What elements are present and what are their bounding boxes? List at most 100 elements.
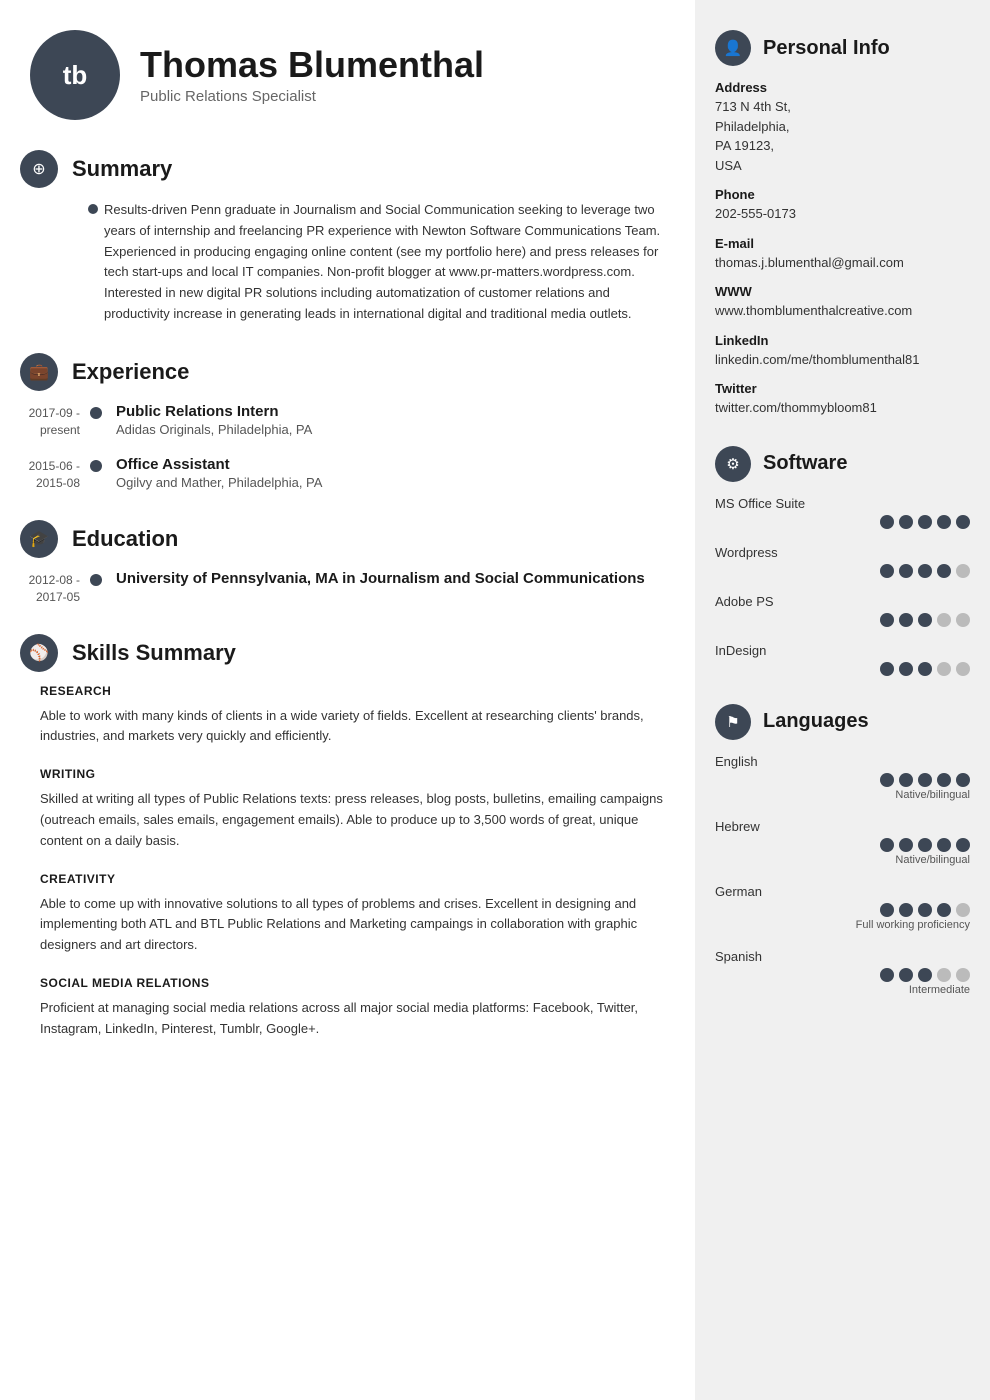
software-name-0: MS Office Suite [715, 496, 970, 511]
summary-icon: ⊕ [20, 150, 58, 188]
dot [899, 515, 913, 529]
software-section: ⚙ Software MS Office Suite Wordpress [715, 446, 970, 676]
lang-item-1: Hebrew Native/bilingual [715, 819, 970, 866]
twitter-label: Twitter [715, 381, 970, 396]
education-items: 2012-08 -2017-05 University of Pennsylva… [20, 570, 665, 606]
personal-info-title: Personal Info [763, 37, 890, 60]
lang-item-3: Spanish Intermediate [715, 949, 970, 996]
experience-title: Experience [72, 359, 189, 385]
experience-icon: 💼 [20, 353, 58, 391]
dot [918, 564, 932, 578]
edu-title-0: University of Pennsylvania, MA in Journa… [116, 570, 645, 587]
dot [899, 613, 913, 627]
dot [937, 968, 951, 982]
lang-name-2: German [715, 884, 970, 899]
resume-header: tb Thomas Blumenthal Public Relations Sp… [20, 30, 665, 120]
dot [937, 564, 951, 578]
lang-level-0: Native/bilingual [715, 789, 970, 801]
dot [956, 968, 970, 982]
dot [918, 515, 932, 529]
languages-title: Languages [763, 710, 869, 733]
info-email: E-mail thomas.j.blumenthal@gmail.com [715, 236, 970, 273]
skills-categories: RESEARCH Able to work with many kinds of… [20, 684, 665, 1040]
software-dots-1 [715, 564, 970, 578]
dot [918, 838, 932, 852]
lang-dots-3 [715, 968, 970, 982]
personal-info-icon: 👤 [715, 30, 751, 66]
languages-icon: ⚑ [715, 704, 751, 740]
dot [918, 968, 932, 982]
lang-name-3: Spanish [715, 949, 970, 964]
linkedin-value: linkedin.com/me/thomblumenthal81 [715, 350, 970, 370]
software-icon: ⚙ [715, 446, 751, 482]
education-title: Education [72, 526, 178, 552]
software-item-0: MS Office Suite [715, 496, 970, 529]
exp-dot-1 [90, 460, 102, 472]
skill-cat-3: SOCIAL MEDIA RELATIONS Proficient at man… [30, 976, 665, 1040]
candidate-subtitle: Public Relations Specialist [140, 88, 484, 105]
lang-level-2: Full working proficiency [715, 919, 970, 931]
dot [880, 564, 894, 578]
experience-item-0: 2017-09 -present Public Relations Intern… [20, 403, 665, 439]
twitter-value: twitter.com/thommybloom81 [715, 398, 970, 418]
dot [899, 903, 913, 917]
education-item-0: 2012-08 -2017-05 University of Pennsylva… [20, 570, 665, 606]
dot [880, 773, 894, 787]
skills-title: Skills Summary [72, 640, 236, 666]
exp-date-0: 2017-09 -present [20, 405, 90, 439]
education-icon: 🎓 [20, 520, 58, 558]
lang-level-3: Intermediate [715, 984, 970, 996]
dot [899, 564, 913, 578]
software-name-3: InDesign [715, 643, 970, 658]
dot [899, 968, 913, 982]
software-title: Software [763, 452, 847, 475]
dot [937, 515, 951, 529]
software-dots-3 [715, 662, 970, 676]
languages-section: ⚑ Languages English Native/bilingual Heb… [715, 704, 970, 996]
dot [880, 613, 894, 627]
skill-cat-name-0: RESEARCH [40, 684, 665, 698]
info-twitter: Twitter twitter.com/thommybloom81 [715, 381, 970, 418]
dot [899, 838, 913, 852]
summary-bullet [88, 204, 98, 214]
www-value: www.thomblumenthalcreative.com [715, 301, 970, 321]
experience-items: 2017-09 -present Public Relations Intern… [20, 403, 665, 492]
lang-dots-0 [715, 773, 970, 787]
software-item-3: InDesign [715, 643, 970, 676]
info-linkedin: LinkedIn linkedin.com/me/thomblumenthal8… [715, 333, 970, 370]
phone-value: 202-555-0173 [715, 204, 970, 224]
dot [918, 662, 932, 676]
dot [956, 662, 970, 676]
skill-cat-2: CREATIVITY Able to come up with innovati… [30, 872, 665, 956]
dot [880, 968, 894, 982]
exp-dot-0 [90, 407, 102, 419]
software-name-1: Wordpress [715, 545, 970, 560]
summary-text: Results-driven Penn graduate in Journali… [104, 202, 660, 321]
dot [937, 613, 951, 627]
dot [880, 662, 894, 676]
phone-label: Phone [715, 187, 970, 202]
skill-cat-name-3: SOCIAL MEDIA RELATIONS [40, 976, 665, 990]
experience-section: 💼 Experience 2017-09 -present Public Rel… [20, 353, 665, 492]
skill-cat-0: RESEARCH Able to work with many kinds of… [30, 684, 665, 748]
address-value: 713 N 4th St,Philadelphia,PA 19123,USA [715, 97, 970, 175]
right-column: 👤 Personal Info Address 713 N 4th St,Phi… [695, 0, 990, 1400]
dot [956, 903, 970, 917]
lang-dots-2 [715, 903, 970, 917]
dot [937, 903, 951, 917]
summary-title: Summary [72, 156, 172, 182]
info-address: Address 713 N 4th St,Philadelphia,PA 191… [715, 80, 970, 175]
dot [937, 838, 951, 852]
email-value: thomas.j.blumenthal@gmail.com [715, 253, 970, 273]
skill-cat-desc-1: Skilled at writing all types of Public R… [40, 789, 665, 851]
software-name-2: Adobe PS [715, 594, 970, 609]
exp-title-0: Public Relations Intern [116, 403, 312, 420]
lang-level-1: Native/bilingual [715, 854, 970, 866]
exp-title-1: Office Assistant [116, 456, 322, 473]
dot [918, 613, 932, 627]
dot [956, 838, 970, 852]
software-dots-2 [715, 613, 970, 627]
email-label: E-mail [715, 236, 970, 251]
dot [956, 613, 970, 627]
dot [918, 773, 932, 787]
